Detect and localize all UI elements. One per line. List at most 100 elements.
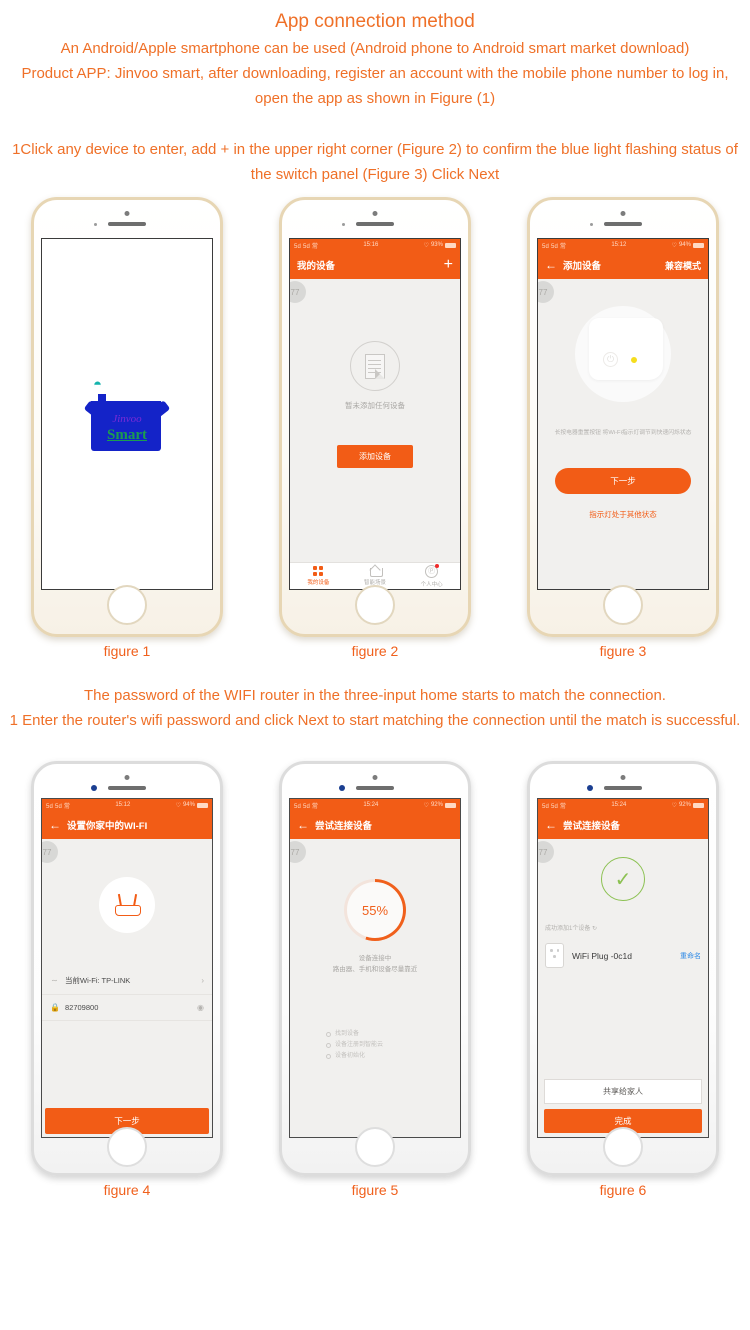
- figures-row-bottom: 5d 5d 常 15:12 ♡ 94% ← 设置你家中的WI-FI 77 ∼ 当…: [0, 761, 750, 1198]
- battery-icon: [444, 242, 456, 248]
- nav-title: 我的设备: [297, 261, 336, 272]
- battery-icon: [196, 802, 208, 808]
- camera-icon: [124, 211, 130, 216]
- screen-body: 77 ✓ 成功添加1个设备 ↻ WiFi Plug -0c1d 重命名 共享给家…: [538, 839, 708, 1137]
- status-bar: 5d 5d 常 15:24 ♡ 92%: [290, 799, 460, 811]
- nav-title: 尝试连接设备: [315, 821, 373, 832]
- mid-text-block: The password of the WIFI router in the t…: [0, 683, 750, 733]
- figure-3-cell: 5d 5d 常 15:12 ♡ 94% ← 添加设备 兼容模式 77 ⏻ 长按电…: [508, 197, 738, 659]
- tab-my-devices[interactable]: 我的设备: [290, 563, 347, 589]
- eye-icon[interactable]: ◉: [197, 1003, 204, 1012]
- status-right: ♡ 92%: [424, 802, 456, 809]
- carrier-label: 5d 5d 常: [542, 243, 567, 250]
- intro-line-4: 1Click any device to enter, add + in the…: [12, 141, 738, 183]
- step-label: 设备初始化: [335, 1053, 366, 1059]
- figures-row-top: ◓ Jinvoo Smart figure 1 5d 5d 常 15:16 ♡ …: [0, 197, 750, 659]
- home-icon: [369, 566, 383, 577]
- empty-state-label: 暂未添加任何设备: [345, 401, 405, 410]
- status-right: ♡ 94%: [672, 242, 704, 249]
- action-buttons: 共享给家人 完成: [544, 1079, 702, 1133]
- phone-mockup-6: 5d 5d 常 15:24 ♡ 92% ← 尝试连接设备 77 ✓ 成功添加1个…: [527, 761, 719, 1176]
- router-illustration: [42, 839, 212, 933]
- device-name-label: WiFi Plug -0c1d: [572, 950, 632, 961]
- sensor-icon: [91, 785, 97, 791]
- caption-figure-6: figure 6: [599, 1182, 647, 1198]
- tab-label: 个人中心: [420, 581, 443, 588]
- compat-mode-button[interactable]: 兼容模式: [665, 259, 701, 272]
- speaker-grill: [356, 222, 394, 226]
- battery-percent: 94%: [182, 802, 195, 808]
- device-illustration: ⏻: [538, 279, 708, 429]
- switch-panel-shape: ⏻: [589, 318, 663, 380]
- alarm-icon: ♡: [175, 802, 181, 809]
- connect-status-line-2: 路由器、手机和设备尽量靠近: [332, 966, 418, 973]
- battery-percent: 92%: [430, 802, 443, 808]
- wifi-password-row[interactable]: 🔒 82709800 ◉: [42, 995, 212, 1021]
- figure-6-cell: 5d 5d 常 15:24 ♡ 92% ← 尝试连接设备 77 ✓ 成功添加1个…: [508, 761, 738, 1198]
- nav-title: 添加设备: [563, 261, 602, 272]
- screen-body: 77 ⏻ 长按电器重置按钮 将Wi-Fi指示灯调节到快速闪烁状态 下一步 指示灯…: [538, 279, 708, 589]
- back-arrow-icon[interactable]: ←: [49, 819, 61, 831]
- router-icon: [114, 893, 141, 916]
- intro-text-block: App connection method An Android/Apple s…: [0, 0, 750, 187]
- add-device-button[interactable]: 添加设备: [337, 445, 413, 468]
- next-button[interactable]: 下一步: [555, 468, 691, 494]
- screen-figure-4: 5d 5d 常 15:12 ♡ 94% ← 设置你家中的WI-FI 77 ∼ 当…: [41, 798, 213, 1138]
- progress-value: 55%: [347, 882, 403, 938]
- home-button[interactable]: [603, 585, 643, 625]
- sensor-icon: [339, 785, 345, 791]
- step-label: 设备注册到智能云: [335, 1042, 384, 1048]
- camera-icon: [620, 211, 626, 216]
- battery-icon: [444, 802, 456, 808]
- document-line: [368, 363, 381, 365]
- tab-profile[interactable]: Ⓟ 个人中心: [403, 563, 460, 589]
- figure-2-cell: 5d 5d 常 15:16 ♡ 93% 我的设备 + 77 暂未添加任何设备 添…: [260, 197, 490, 659]
- list-item[interactable]: WiFi Plug -0c1d 重命名: [538, 937, 708, 974]
- mid-line-1: The password of the WIFI router in the t…: [84, 687, 666, 704]
- alarm-icon: ♡: [423, 802, 429, 809]
- success-area: ✓: [538, 839, 708, 901]
- notification-badge: [435, 563, 440, 568]
- list-item: 设备注册到智能云: [326, 1040, 460, 1051]
- share-button[interactable]: 共享给家人: [544, 1079, 702, 1104]
- jinvoo-smart-logo: ◓ Jinvoo Smart: [83, 377, 171, 451]
- carrier-label: 5d 5d 常: [46, 803, 71, 810]
- step-dot-icon: [326, 1032, 331, 1037]
- current-wifi-row[interactable]: ∼ 当前Wi-Fi: TP-LINK ›: [42, 967, 212, 995]
- screen-figure-1: ◓ Jinvoo Smart: [41, 238, 213, 590]
- home-button[interactable]: [107, 585, 147, 625]
- clock-label: 15:12: [611, 242, 627, 248]
- intro-line-3: open the app as shown in Figure (1): [254, 90, 496, 107]
- reset-hint-text: 长按电器重置按钮 将Wi-Fi指示灯调节到快速闪烁状态: [554, 430, 692, 436]
- phone-mockup-3: 5d 5d 常 15:12 ♡ 94% ← 添加设备 兼容模式 77 ⏻ 长按电…: [527, 197, 719, 637]
- other-status-link[interactable]: 指示灯处于其他状态: [538, 509, 708, 520]
- caption-figure-1: figure 1: [103, 643, 151, 659]
- clock-label: 15:24: [363, 802, 379, 808]
- status-right: ♡ 94%: [176, 802, 208, 809]
- home-button[interactable]: [107, 1127, 147, 1167]
- logo-script-text: Jinvoo: [112, 413, 142, 425]
- wifi-password-value[interactable]: 82709800: [65, 1003, 98, 1012]
- figure-1-cell: ◓ Jinvoo Smart figure 1: [12, 197, 242, 659]
- status-bar: 5d 5d 常 15:12 ♡ 94%: [42, 799, 212, 811]
- intro-line-2: Product APP: Jinvoo smart, after downloa…: [21, 65, 729, 82]
- camera-icon: [124, 775, 130, 780]
- battery-icon: [692, 242, 704, 248]
- document-line: [368, 371, 381, 373]
- back-arrow-icon[interactable]: ←: [545, 259, 557, 271]
- router-circle: [99, 877, 155, 933]
- home-button[interactable]: [355, 585, 395, 625]
- document-line: [368, 359, 381, 361]
- carrier-label: 5d 5d 常: [294, 243, 319, 250]
- back-arrow-icon[interactable]: ←: [297, 819, 309, 831]
- battery-percent: 92%: [678, 802, 691, 808]
- home-button[interactable]: [603, 1127, 643, 1167]
- rename-link[interactable]: 重命名: [680, 951, 701, 961]
- connect-status-line-1: 设备连接中: [358, 955, 392, 962]
- screen-body: 77 暂未添加任何设备 添加设备 我的设备 智能场景 Ⓟ 个人中心: [290, 279, 460, 589]
- back-arrow-icon[interactable]: ←: [545, 819, 557, 831]
- add-device-plus-icon[interactable]: +: [444, 257, 453, 273]
- alarm-icon: ♡: [671, 802, 677, 809]
- router-base: [115, 905, 141, 916]
- home-button[interactable]: [355, 1127, 395, 1167]
